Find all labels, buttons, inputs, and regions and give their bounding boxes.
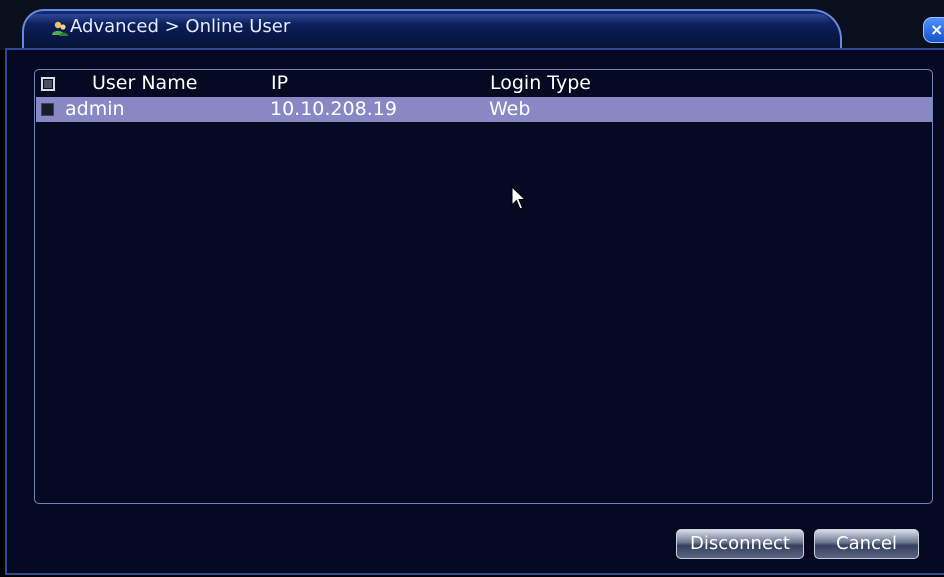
column-header-ip: IP bbox=[271, 72, 289, 94]
mouse-cursor-icon bbox=[511, 186, 527, 210]
table-header: User Name IP Login Type bbox=[35, 70, 932, 96]
cancel-button[interactable]: Cancel bbox=[814, 529, 919, 559]
table-row[interactable]: admin 10.10.208.19 Web bbox=[36, 97, 932, 122]
select-all-checkbox[interactable] bbox=[41, 77, 55, 91]
disconnect-button[interactable]: Disconnect bbox=[676, 529, 804, 559]
online-user-window: Advanced > Online User × User Name IP Lo… bbox=[0, 0, 944, 577]
online-user-list[interactable]: User Name IP Login Type admin 10.10.208.… bbox=[34, 69, 933, 504]
window-title: Advanced > Online User bbox=[70, 16, 291, 37]
close-button[interactable]: × bbox=[923, 17, 944, 43]
column-header-user-name: User Name bbox=[92, 72, 198, 94]
row-checkbox[interactable] bbox=[41, 103, 54, 116]
cell-ip: 10.10.208.19 bbox=[270, 98, 397, 120]
users-icon bbox=[52, 21, 68, 36]
close-icon: × bbox=[930, 20, 944, 39]
column-header-login-type: Login Type bbox=[490, 72, 591, 94]
cell-user-name: admin bbox=[65, 98, 125, 120]
cell-login-type: Web bbox=[489, 98, 531, 120]
